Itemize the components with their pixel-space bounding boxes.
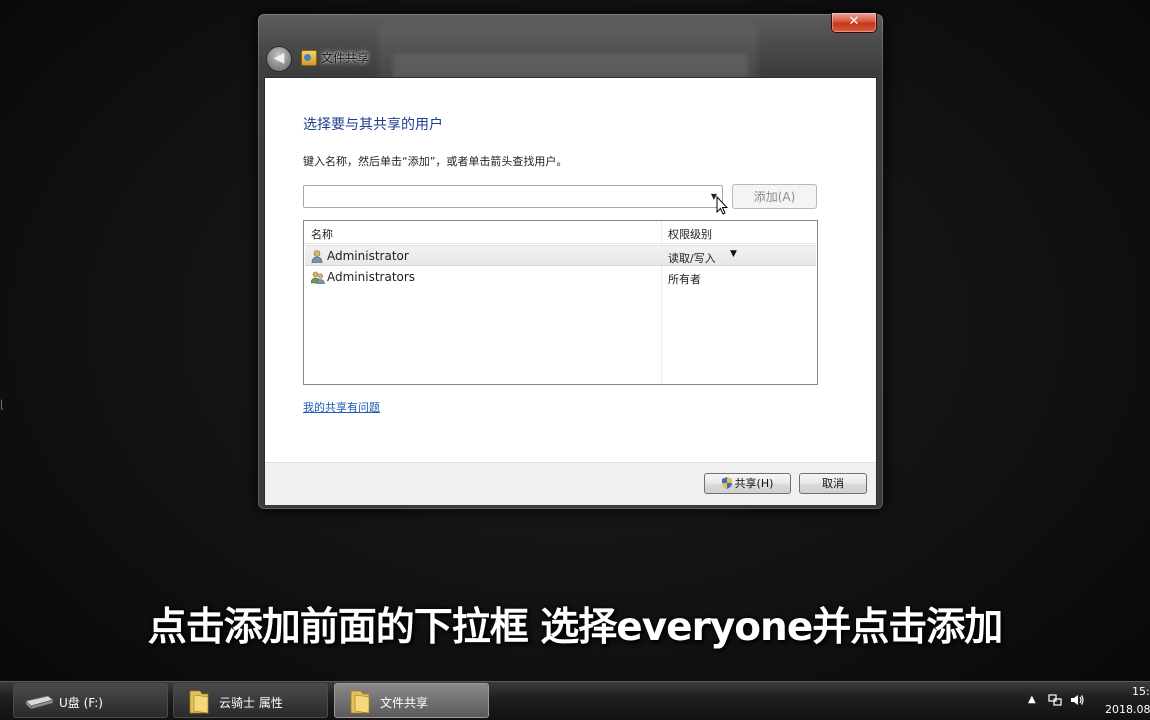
- add-button[interactable]: 添加(A): [732, 184, 817, 209]
- back-button[interactable]: ◀: [266, 46, 292, 72]
- taskbar: U盘 (F:) 云骑士 属性 文件共享 ▲ 15: 2018.08: [0, 681, 1150, 720]
- users-list: 名称 权限级别 Administrator 读取/写入 ▼ Administra…: [303, 220, 818, 385]
- file-sharing-icon: [301, 50, 317, 66]
- table-row[interactable]: Administrator 读取/写入 ▼: [305, 245, 816, 266]
- clock-time[interactable]: 15:: [1132, 685, 1150, 698]
- users-group-icon: [311, 271, 325, 284]
- column-header-permission[interactable]: 权限级别: [668, 226, 712, 242]
- show-hidden-icons-arrow-icon[interactable]: ▲: [1028, 694, 1036, 705]
- file-sharing-window: ✕ ◀ 文件共享 选择要与其共享的用户 键入名称，然后单击“添加”，或者单击箭头…: [257, 13, 884, 510]
- video-subtitle: 点击添加前面的下拉框 选择everyone并点击添加: [147, 605, 1004, 650]
- clock-date[interactable]: 2018.08: [1105, 703, 1150, 716]
- row-name: Administrator: [327, 249, 409, 263]
- uac-shield-icon: [721, 477, 732, 489]
- dialog-footer: 共享(H) 取消: [265, 462, 876, 505]
- folder-icon: [350, 690, 370, 714]
- taskbar-item-file-sharing[interactable]: 文件共享: [334, 683, 489, 718]
- dialog-content: 选择要与其共享的用户 键入名称，然后单击“添加”，或者单击箭头查找用户。 ▼ 添…: [264, 77, 877, 505]
- column-header-name[interactable]: 名称: [311, 226, 333, 242]
- taskbar-item-label: U盘 (F:): [59, 696, 103, 710]
- sharing-help-link[interactable]: 我的共享有问题: [303, 399, 380, 415]
- taskbar-item-usb-drive[interactable]: U盘 (F:): [13, 683, 168, 718]
- usb-drive-icon: [25, 695, 54, 709]
- taskbar-item-label: 云骑士 属性: [219, 696, 283, 710]
- folder-icon: [189, 690, 209, 714]
- row-name: Administrators: [327, 270, 416, 284]
- mouse-cursor-icon: [716, 196, 728, 215]
- network-icon[interactable]: [1048, 693, 1062, 707]
- list-header: 名称 权限级别: [304, 221, 817, 244]
- taskbar-item-label: 文件共享: [380, 696, 429, 710]
- background-window-blur-strip: [393, 54, 748, 78]
- close-icon: ✕: [848, 14, 860, 29]
- row-permission: 所有者: [668, 273, 701, 286]
- share-button[interactable]: 共享(H): [704, 473, 791, 494]
- permission-dropdown[interactable]: 读取/写入: [668, 250, 716, 266]
- user-name-combobox[interactable]: ▼: [303, 185, 723, 208]
- window-title: 文件共享: [321, 51, 370, 65]
- user-name-input[interactable]: [304, 186, 712, 208]
- table-row[interactable]: Administrators 所有者: [305, 267, 816, 288]
- taskbar-item-properties[interactable]: 云骑士 属性: [173, 683, 328, 718]
- volume-icon[interactable]: [1070, 693, 1084, 707]
- cancel-button[interactable]: 取消: [799, 473, 867, 494]
- close-button[interactable]: ✕: [831, 13, 877, 33]
- instruction-text: 键入名称，然后单击“添加”，或者单击箭头查找用户。: [303, 155, 568, 168]
- system-tray: ▲ 15: 2018.08: [1020, 682, 1150, 720]
- user-icon: [311, 250, 323, 263]
- desktop-edge-artifact: ⌊: [0, 398, 5, 411]
- page-title: 选择要与其共享的用户: [303, 117, 443, 133]
- chevron-down-icon[interactable]: ▼: [730, 249, 737, 259]
- back-arrow-icon: ◀: [273, 50, 285, 66]
- share-button-label: 共享(H): [734, 477, 774, 490]
